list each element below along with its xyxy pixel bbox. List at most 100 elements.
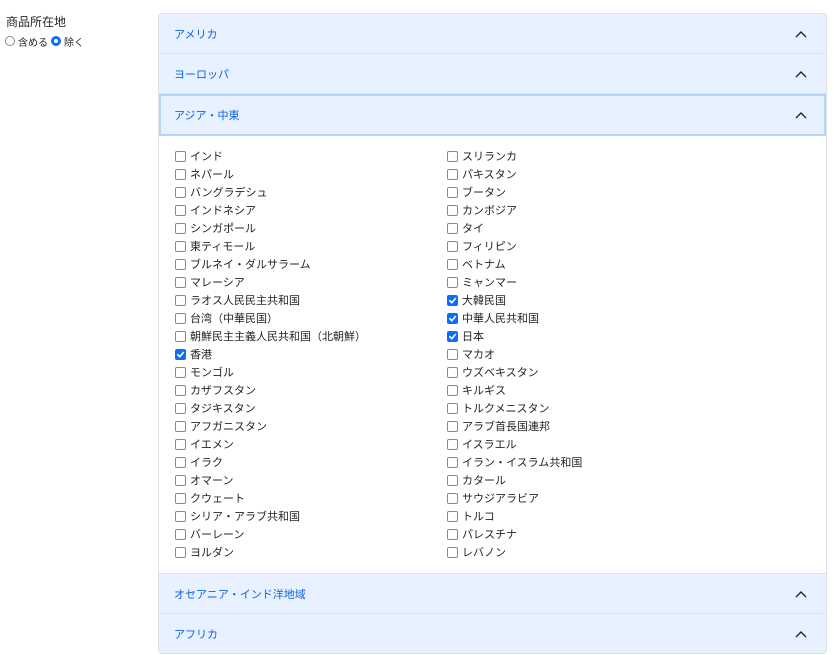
country-checkbox-row[interactable]: イスラエル	[447, 435, 582, 453]
country-checkbox[interactable]	[447, 186, 458, 198]
country-checkbox-row[interactable]: ネパール	[175, 165, 366, 183]
country-checkbox-row[interactable]: パキスタン	[447, 165, 582, 183]
country-checkbox-row[interactable]: インドネシア	[175, 201, 366, 219]
country-checkbox-row[interactable]: フィリピン	[447, 237, 582, 255]
exclude-radio[interactable]	[51, 36, 61, 46]
country-checkbox[interactable]	[447, 366, 458, 378]
country-checkbox[interactable]	[175, 420, 186, 432]
country-checkbox[interactable]	[175, 150, 186, 162]
accordion-header-oceania[interactable]: オセアニア・インド洋地域	[159, 574, 826, 613]
country-checkbox-row[interactable]: カザフスタン	[175, 381, 366, 399]
country-checkbox[interactable]	[447, 546, 458, 558]
country-checkbox-row[interactable]: 日本	[447, 327, 582, 345]
country-checkbox[interactable]	[447, 204, 458, 216]
country-checkbox-row[interactable]: モンゴル	[175, 363, 366, 381]
include-radio-label[interactable]: 含める	[18, 34, 48, 49]
country-checkbox-row[interactable]: マレーシア	[175, 273, 366, 291]
country-checkbox-row[interactable]: マカオ	[447, 345, 582, 363]
country-checkbox[interactable]	[175, 294, 186, 306]
country-checkbox[interactable]	[447, 276, 458, 288]
country-checkbox-row[interactable]: ヨルダン	[175, 543, 366, 561]
country-checkbox-row[interactable]: トルクメニスタン	[447, 399, 582, 417]
country-checkbox-row[interactable]: ウズベキスタン	[447, 363, 582, 381]
country-checkbox-row[interactable]: 香港	[175, 345, 366, 363]
country-checkbox-row[interactable]: カンボジア	[447, 201, 582, 219]
country-checkbox-row[interactable]: キルギス	[447, 381, 582, 399]
country-checkbox-row[interactable]: スリランカ	[447, 147, 582, 165]
country-checkbox-row[interactable]: ブルネイ・ダルサラーム	[175, 255, 366, 273]
country-checkbox[interactable]	[447, 240, 458, 252]
country-checkbox-row[interactable]: タイ	[447, 219, 582, 237]
country-checkbox[interactable]	[175, 402, 186, 414]
country-checkbox[interactable]	[175, 186, 186, 198]
country-checkbox-row[interactable]: 東ティモール	[175, 237, 366, 255]
country-checkbox[interactable]	[175, 240, 186, 252]
country-checkbox-row[interactable]: バーレーン	[175, 525, 366, 543]
country-checkbox-row[interactable]: 朝鮮民主主義人民共和国（北朝鮮）	[175, 327, 366, 345]
country-checkbox-row[interactable]: クウェート	[175, 489, 366, 507]
country-checkbox[interactable]	[175, 546, 186, 558]
country-checkbox[interactable]	[175, 492, 186, 504]
country-checkbox-row[interactable]: 中華人民共和国	[447, 309, 582, 327]
country-checkbox[interactable]	[447, 528, 458, 540]
country-checkbox[interactable]	[175, 474, 186, 486]
country-checkbox[interactable]	[175, 456, 186, 468]
country-checkbox-row[interactable]: 大韓民国	[447, 291, 582, 309]
country-checkbox[interactable]	[447, 222, 458, 234]
accordion-header-asia-middle-east[interactable]: アジア・中東	[159, 94, 826, 136]
country-checkbox-row[interactable]: トルコ	[447, 507, 582, 525]
country-checkbox[interactable]	[175, 384, 186, 396]
exclude-radio-label[interactable]: 除く	[64, 34, 84, 49]
country-checkbox-row[interactable]: ラオス人民民主共和国	[175, 291, 366, 309]
country-checkbox[interactable]	[175, 348, 186, 360]
country-checkbox-row[interactable]: アラブ首長国連邦	[447, 417, 582, 435]
country-checkbox[interactable]	[447, 294, 458, 306]
country-checkbox[interactable]	[175, 276, 186, 288]
country-checkbox[interactable]	[175, 258, 186, 270]
country-checkbox-row[interactable]: イエメン	[175, 435, 366, 453]
country-checkbox[interactable]	[447, 384, 458, 396]
country-checkbox[interactable]	[447, 150, 458, 162]
accordion-header-europe[interactable]: ヨーロッパ	[159, 54, 826, 93]
country-checkbox-row[interactable]: ミャンマー	[447, 273, 582, 291]
country-checkbox[interactable]	[447, 420, 458, 432]
country-checkbox[interactable]	[447, 438, 458, 450]
country-checkbox-row[interactable]: イラン・イスラム共和国	[447, 453, 582, 471]
country-checkbox-row[interactable]: 台湾（中華民国）	[175, 309, 366, 327]
country-checkbox[interactable]	[175, 312, 186, 324]
country-checkbox-row[interactable]: ブータン	[447, 183, 582, 201]
country-checkbox[interactable]	[447, 168, 458, 180]
country-checkbox[interactable]	[447, 330, 458, 342]
country-checkbox-row[interactable]: インド	[175, 147, 366, 165]
country-checkbox[interactable]	[175, 222, 186, 234]
country-checkbox-row[interactable]: シンガポール	[175, 219, 366, 237]
country-checkbox-row[interactable]: イラク	[175, 453, 366, 471]
accordion-header-america[interactable]: アメリカ	[159, 14, 826, 53]
country-checkbox-row[interactable]: シリア・アラブ共和国	[175, 507, 366, 525]
country-checkbox-row[interactable]: ベトナム	[447, 255, 582, 273]
country-checkbox[interactable]	[175, 168, 186, 180]
country-checkbox[interactable]	[447, 348, 458, 360]
country-checkbox[interactable]	[175, 330, 186, 342]
country-checkbox-row[interactable]: アフガニスタン	[175, 417, 366, 435]
country-checkbox[interactable]	[175, 528, 186, 540]
country-checkbox-row[interactable]: レバノン	[447, 543, 582, 561]
country-checkbox-row[interactable]: オマーン	[175, 471, 366, 489]
country-checkbox[interactable]	[447, 312, 458, 324]
country-checkbox[interactable]	[447, 510, 458, 522]
include-radio[interactable]	[5, 36, 15, 46]
country-checkbox[interactable]	[175, 510, 186, 522]
country-checkbox-row[interactable]: サウジアラビア	[447, 489, 582, 507]
country-checkbox[interactable]	[447, 402, 458, 414]
country-checkbox-row[interactable]: カタール	[447, 471, 582, 489]
country-checkbox[interactable]	[447, 258, 458, 270]
accordion-header-africa[interactable]: アフリカ	[159, 614, 826, 653]
country-checkbox[interactable]	[447, 492, 458, 504]
country-checkbox[interactable]	[175, 204, 186, 216]
country-checkbox[interactable]	[175, 366, 186, 378]
country-checkbox-row[interactable]: バングラデシュ	[175, 183, 366, 201]
country-checkbox-row[interactable]: タジキスタン	[175, 399, 366, 417]
country-checkbox[interactable]	[175, 438, 186, 450]
country-checkbox[interactable]	[447, 456, 458, 468]
country-checkbox[interactable]	[447, 474, 458, 486]
